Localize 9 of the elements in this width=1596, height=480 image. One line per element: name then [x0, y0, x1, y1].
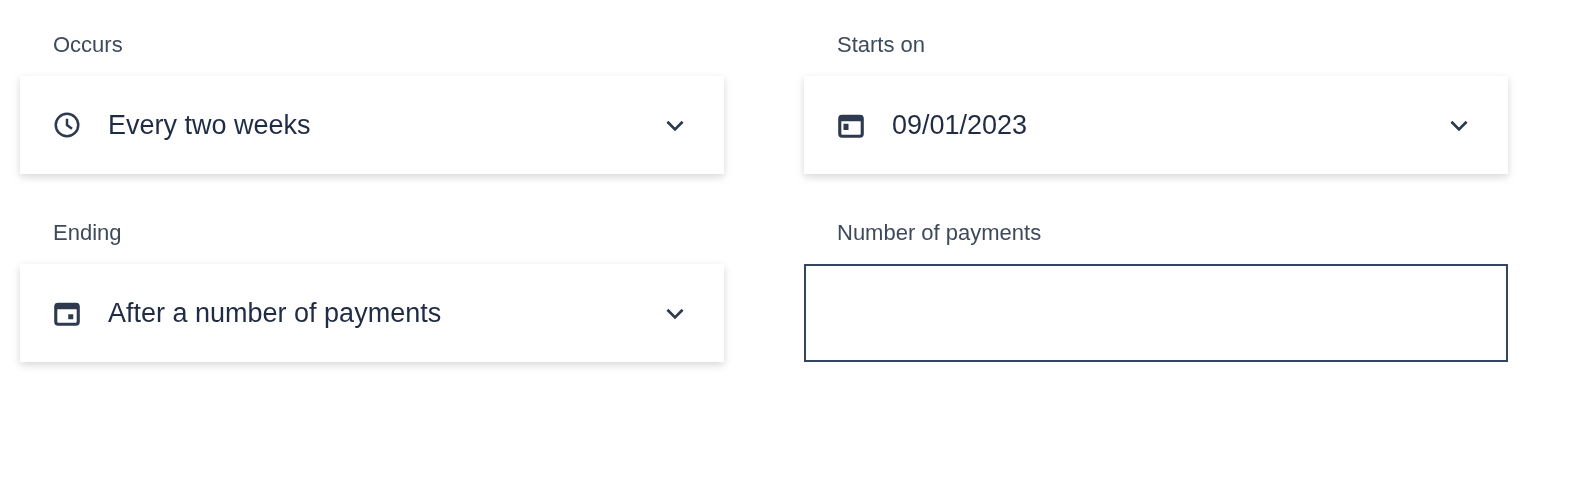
- clock-icon: [52, 110, 82, 140]
- dropdown[interactable]: 09/01/2023: [804, 76, 1508, 174]
- input-field[interactable]: [804, 264, 1508, 362]
- field-label: Ending: [52, 220, 123, 246]
- field-label: Number of payments: [836, 220, 1043, 246]
- dropdown[interactable]: After a number of payments: [20, 264, 724, 362]
- field-label: Occurs: [52, 32, 124, 58]
- dropdown[interactable]: Every two weeks: [20, 76, 724, 174]
- field-label: Starts on: [836, 32, 927, 58]
